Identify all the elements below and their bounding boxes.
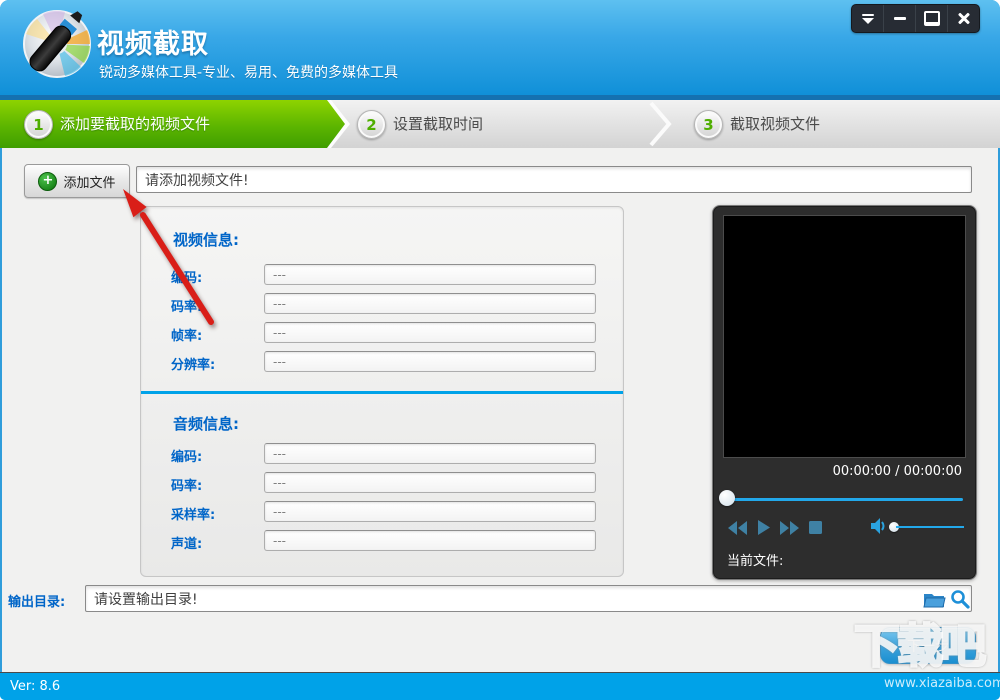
video-codec-field[interactable]	[264, 264, 596, 285]
audio-channels-field[interactable]	[264, 530, 596, 551]
minimize-button[interactable]	[883, 5, 915, 32]
speaker-icon	[871, 518, 885, 534]
audio-bitrate-label: 码率:	[171, 479, 203, 494]
maximize-icon	[923, 11, 940, 26]
fast-forward-button[interactable]	[779, 520, 800, 535]
stop-button[interactable]	[809, 521, 822, 534]
seek-bar[interactable]	[723, 498, 963, 501]
next-step-button-label: 下一步	[907, 638, 949, 655]
audio-info-title: 音频信息:	[173, 415, 239, 433]
app-subtitle: 锐动多媒体工具-专业、易用、免费的多媒体工具	[99, 65, 399, 81]
seek-handle[interactable]	[719, 490, 735, 506]
app-title: 视频截取	[97, 29, 209, 60]
video-preview-screen	[723, 215, 966, 458]
video-codec-label: 编码:	[171, 271, 203, 286]
output-dir-actions	[922, 588, 972, 610]
plus-icon: +	[38, 171, 58, 191]
next-step-button[interactable]: 下一步	[880, 627, 976, 664]
search-icon	[951, 590, 970, 609]
rewind-icon	[728, 520, 747, 535]
output-dir-label: 输出目录:	[8, 595, 66, 610]
title-bar: 视频截取 锐动多媒体工具-专业、易用、免费的多媒体工具	[0, 0, 1000, 95]
add-file-button-label: 添加文件	[63, 175, 116, 191]
transport-controls	[727, 520, 822, 535]
add-file-button[interactable]: + 添加文件	[24, 164, 130, 198]
close-button[interactable]	[947, 5, 979, 32]
step-3-label: 截取视频文件	[730, 115, 821, 133]
fast-forward-icon	[780, 520, 799, 535]
video-bitrate-field[interactable]	[264, 293, 596, 314]
browse-folder-button[interactable]	[922, 588, 946, 610]
time-display: 00:00:00 / 00:00:00	[832, 464, 962, 479]
step-3-number: 3	[694, 110, 723, 139]
media-info-panel: 视频信息: 编码: 码率: 帧率: 分辨率: 音频信息: 编码: 码率: 采样率…	[140, 206, 624, 577]
step-1-number: 1	[24, 110, 53, 139]
search-directory-button[interactable]	[948, 588, 972, 610]
current-file-label: 当前文件:	[727, 554, 784, 569]
stop-icon	[809, 521, 822, 534]
video-framerate-field[interactable]	[264, 322, 596, 343]
audio-channels-label: 声道:	[171, 537, 203, 552]
audio-codec-label: 编码:	[171, 450, 203, 465]
folder-icon	[922, 593, 946, 607]
video-bitrate-label: 码率:	[171, 300, 203, 315]
window-frame: 视频截取 锐动多媒体工具-专业、易用、免费的多媒体工具 1 添加要截取的视频文件…	[0, 0, 1000, 700]
preview-player-panel: 00:00:00 / 00:00:00 当前文件:	[712, 205, 977, 580]
rewind-button[interactable]	[727, 520, 748, 535]
audio-codec-field[interactable]	[264, 443, 596, 464]
audio-samplerate-field[interactable]	[264, 501, 596, 522]
video-clip-app-window: 视频截取 锐动多媒体工具-专业、易用、免费的多媒体工具 1 添加要截取的视频文件…	[0, 0, 1000, 700]
step-2-number: 2	[357, 110, 386, 139]
volume-bar[interactable]	[896, 526, 964, 528]
video-resolution-field[interactable]	[264, 351, 596, 372]
volume-button[interactable]	[871, 518, 888, 538]
window-controls	[851, 4, 980, 33]
window-menu-button[interactable]	[852, 5, 883, 32]
output-dir-field[interactable]	[85, 585, 972, 612]
section-divider	[141, 391, 623, 394]
video-resolution-label: 分辨率:	[171, 358, 216, 373]
maximize-button[interactable]	[915, 5, 947, 32]
video-info-title: 视频信息:	[173, 231, 239, 249]
file-path-field[interactable]	[136, 166, 972, 193]
audio-bitrate-field[interactable]	[264, 472, 596, 493]
app-logo-icon	[23, 10, 91, 78]
version-text: Ver: 8.6	[10, 679, 61, 694]
step-2-label: 设置截取时间	[393, 115, 484, 133]
video-framerate-label: 帧率:	[171, 329, 203, 344]
play-icon	[758, 520, 770, 535]
play-button[interactable]	[757, 520, 770, 535]
menu-arrow-icon	[861, 13, 874, 24]
step-1-label: 添加要截取的视频文件	[60, 115, 211, 133]
minimize-icon	[893, 17, 906, 20]
close-icon	[957, 12, 971, 26]
audio-samplerate-label: 采样率:	[171, 508, 216, 523]
status-bar: Ver: 8.6	[0, 672, 1000, 700]
